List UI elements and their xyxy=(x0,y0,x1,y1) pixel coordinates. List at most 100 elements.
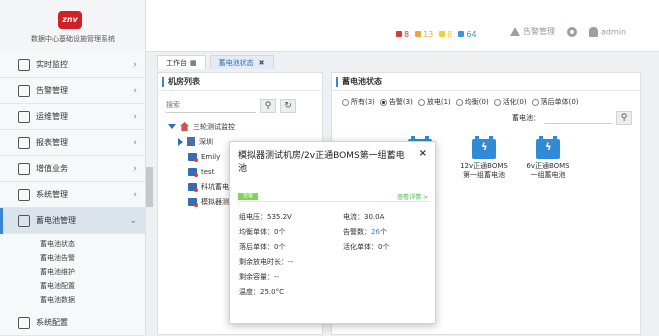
filter-balance[interactable]: 均衡(0) xyxy=(455,97,489,107)
sidebar-item-battery[interactable]: 蓄电池管理 ⌄ xyxy=(0,208,145,234)
submenu-battery-alarm[interactable]: 蓄电池告警 xyxy=(40,251,145,265)
tree-node-label: 三轮测试监控 xyxy=(193,122,235,131)
sidebar-item-report[interactable]: 报表管理 › xyxy=(0,130,145,156)
critical-dot-icon xyxy=(396,31,402,37)
refresh-icon[interactable]: ↻ xyxy=(280,99,296,113)
sidebar-item-label: 告警管理 xyxy=(36,86,68,95)
alarm-count-major[interactable]: 13 xyxy=(415,30,433,39)
sidebar-item-label: 实时监控 xyxy=(36,60,68,69)
tree-node-label: Emily xyxy=(201,152,221,161)
battery-name: 第一组蓄电池 xyxy=(463,171,505,179)
report-icon xyxy=(18,136,30,149)
search-icon[interactable]: ⚲ xyxy=(260,99,276,113)
value-added-icon xyxy=(18,162,30,175)
device-alarm-icon xyxy=(188,197,198,207)
battery-search-input[interactable] xyxy=(544,112,612,124)
chevron-right-icon: › xyxy=(133,86,137,96)
tab-battery-status[interactable]: 蓄电池状态 ✖ xyxy=(209,55,274,69)
filter-activation[interactable]: 活化(0) xyxy=(493,97,527,107)
tab-label: 蓄电池状态 xyxy=(218,58,254,67)
alarm-count-critical[interactable]: 8 xyxy=(396,30,409,39)
status-filter: 所有(3) 告警(3) 放电(1) 均衡(0) 活化(0) 落后单体(0) xyxy=(332,91,640,107)
sidebar-item-label: 蓄电池管理 xyxy=(36,216,76,225)
room-search-input[interactable] xyxy=(166,99,256,113)
close-icon[interactable]: ✖ xyxy=(259,59,265,67)
sidebar-item-label: 报表管理 xyxy=(36,138,68,147)
topbar-actions: 告警管理 admin xyxy=(510,26,626,37)
battery-detail-popup: 模拟器测试机房/2v正通BOMS第一组蓄电池 × 告警 查看详情 > 组电压：5… xyxy=(229,141,436,324)
filter-all[interactable]: 所有(3) xyxy=(342,97,375,107)
battery-card[interactable]: ϟ 12v正通BOMS 第一组蓄电池 xyxy=(456,136,512,180)
major-dot-icon xyxy=(415,31,422,37)
sidebar-item-system[interactable]: 系统管理 › xyxy=(0,182,145,208)
tab-workbench[interactable]: 工作台 ▦ xyxy=(157,55,206,69)
sidebar: 实时监控 › 告警管理 › 运维管理 › 报表管理 › 增值业务 › 系统管理 › 蓄电池管… xyxy=(0,52,146,336)
close-icon[interactable]: × xyxy=(419,148,427,159)
filter-alarm[interactable]: 告警(3) xyxy=(379,97,413,107)
activation-stat: 活化单体：0个 xyxy=(343,242,390,251)
submenu-battery-config[interactable]: 蓄电池配置 xyxy=(40,279,145,293)
sidebar-collapse-handle[interactable] xyxy=(146,167,153,207)
current-stat: 电流：30.0A xyxy=(343,212,385,221)
collapse-icon[interactable] xyxy=(178,137,183,146)
submenu-battery-status[interactable]: 蓄电池状态 xyxy=(40,237,145,251)
tab-bar: 工作台 ▦ 蓄电池状态 ✖ xyxy=(153,53,659,69)
tree-node-label: 深圳 xyxy=(199,137,213,146)
sidebar-item-monitor[interactable]: 实时监控 › xyxy=(0,52,145,78)
sidebar-item-maintenance[interactable]: 运维管理 › xyxy=(0,104,145,130)
building-icon xyxy=(187,137,195,146)
battery-icon: ϟ xyxy=(536,136,560,159)
user-icon xyxy=(589,26,598,37)
submenu-battery-data[interactable]: 蓄电池数据 xyxy=(40,293,145,307)
monitor-icon xyxy=(18,58,30,71)
battery-icon: ϟ xyxy=(472,136,496,159)
alarm-management-link[interactable]: 告警管理 xyxy=(510,26,555,37)
sidebar-item-system-config[interactable]: 系统配置 xyxy=(0,310,145,336)
battery-name: 一组蓄电池 xyxy=(530,171,566,179)
tab-label: 工作台 xyxy=(166,58,187,67)
system-icon xyxy=(18,188,30,201)
battery-submenu: 蓄电池状态 蓄电池告警 蓄电池维护 蓄电池配置 蓄电池数据 xyxy=(0,234,145,310)
alarm-count-info[interactable]: 64 xyxy=(458,30,477,39)
device-alarm-icon xyxy=(188,167,198,177)
filter-label: 活化(0) xyxy=(502,98,527,106)
popup-status-row: 告警 查看详情 > xyxy=(238,192,430,202)
user-menu[interactable]: admin xyxy=(589,26,627,37)
battery-name: 6v正通BOMS xyxy=(526,162,570,170)
search-icon[interactable]: ⚲ xyxy=(616,111,632,125)
balance-stat: 均衡单体：0个 xyxy=(239,227,286,236)
device-alarm-icon xyxy=(188,182,198,192)
filter-label: 均衡(0) xyxy=(464,98,489,106)
sidebar-item-label: 增值业务 xyxy=(36,164,68,173)
radio-checked-icon xyxy=(379,98,387,106)
filter-lagging[interactable]: 落后单体(0) xyxy=(531,97,579,107)
count-value: 8 xyxy=(404,29,410,39)
sidebar-item-value-added[interactable]: 增值业务 › xyxy=(0,156,145,182)
radio-icon xyxy=(531,98,539,106)
expand-icon[interactable] xyxy=(168,124,176,129)
radio-icon xyxy=(455,98,463,106)
popup-stats: 组电压：535.2V 电流：30.0A 均衡单体：0个 告警数：26个 落后单体… xyxy=(239,209,429,299)
filter-label: 所有(3) xyxy=(351,98,375,106)
view-detail-link[interactable]: 查看详情 > xyxy=(397,192,428,201)
popup-title: 模拟器测试机房/2v正通BOMS第一组蓄电池 xyxy=(238,151,405,174)
radio-icon xyxy=(493,98,501,106)
chevron-right-icon: › xyxy=(133,112,137,122)
alarm-counters: 8 13 8 64 xyxy=(396,28,477,40)
filter-discharge[interactable]: 放电(1) xyxy=(417,97,451,107)
tree-node-label: test xyxy=(201,167,215,176)
battery-card[interactable]: ϟ 6v正通BOMS 一组蓄电池 xyxy=(520,136,576,180)
sidebar-item-label: 运维管理 xyxy=(36,112,68,121)
tree-node-root[interactable]: 三轮测试监控 xyxy=(168,119,322,134)
sidebar-item-alarm[interactable]: 告警管理 › xyxy=(0,78,145,104)
alarm-count-minor[interactable]: 8 xyxy=(439,30,452,39)
gear-icon[interactable] xyxy=(567,26,577,37)
filter-label: 放电(1) xyxy=(426,98,451,106)
grid-icon: ▦ xyxy=(190,58,197,67)
chevron-right-icon: › xyxy=(133,138,137,148)
alarm-icon xyxy=(18,84,30,97)
battery-search: 蓄电池： ⚲ xyxy=(512,111,632,125)
submenu-battery-maintenance[interactable]: 蓄电池维护 xyxy=(40,265,145,279)
username: admin xyxy=(601,27,627,36)
warning-icon xyxy=(510,27,520,36)
